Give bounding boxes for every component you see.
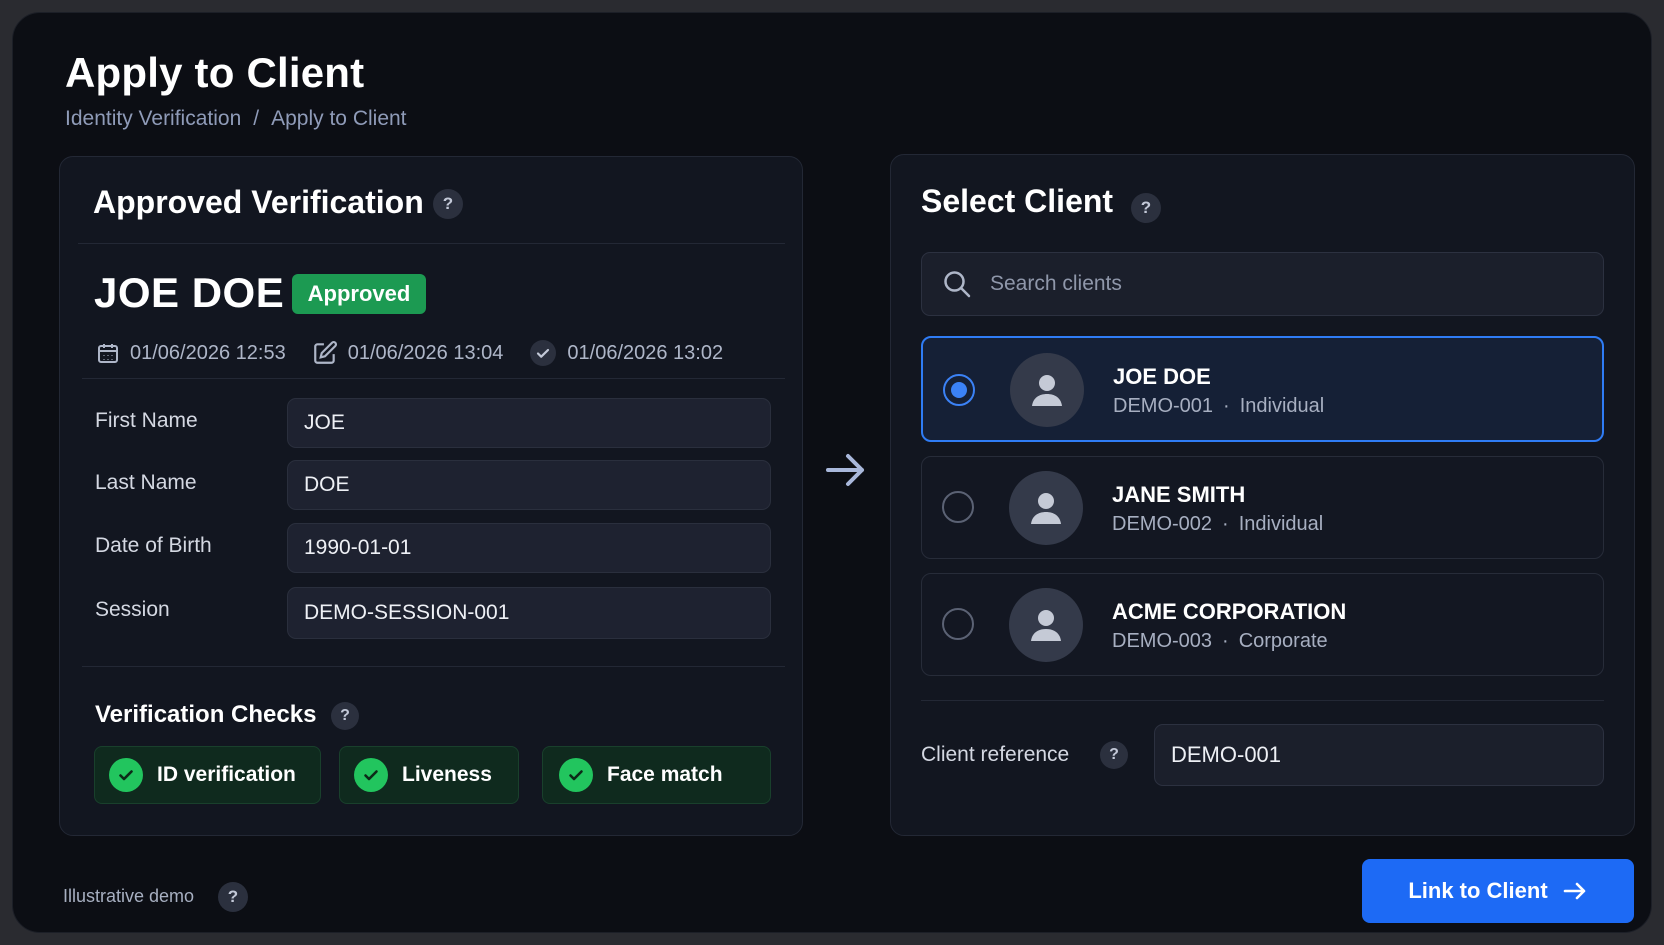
help-icon[interactable]: ? [331, 702, 359, 730]
check-face-match: Face match [542, 746, 771, 804]
client-name: JOE DOE [1113, 364, 1211, 389]
session-field: DEMO-SESSION-001 [287, 587, 771, 639]
app-window: Apply to Client Identity Verification / Ap… [12, 12, 1652, 933]
select-client-panel: Select Client ? Search clients JOE DOE D… [890, 154, 1635, 836]
check-liveness: Liveness [339, 746, 519, 804]
verification-checks-heading: Verification Checks [95, 701, 317, 728]
user-icon [1032, 375, 1062, 406]
last-name-label: Last Name [95, 471, 197, 494]
avatar [1009, 588, 1083, 662]
approved-timestamp: 01/06/2026 13:02 [529, 339, 723, 367]
client-option-acme-corporation[interactable]: ACME CORPORATION DEMO-003 · Corporate [921, 573, 1604, 676]
divider [82, 378, 785, 379]
created-timestamp: 01/06/2026 12:53 [96, 341, 286, 365]
breadcrumb-separator: / [253, 107, 260, 130]
edited-timestamp: 01/06/2026 13:04 [312, 340, 503, 366]
search-input[interactable]: Search clients [921, 252, 1604, 316]
first-name-field: JOE [287, 398, 771, 448]
verified-person-name: JOE DOE [94, 269, 285, 316]
client-option-jane-smith[interactable]: JANE SMITH DEMO-002 · Individual [921, 456, 1604, 559]
breadcrumb: Identity Verification / Apply to Client [65, 107, 407, 131]
session-label: Session [95, 598, 170, 621]
edit-icon [313, 341, 337, 364]
divider [921, 700, 1604, 701]
footer-note: Illustrative demo [63, 886, 195, 906]
divider [82, 666, 785, 667]
client-name: JANE SMITH [1112, 482, 1246, 507]
arrow-right-icon [826, 454, 864, 486]
link-to-client-button[interactable]: Link to Client [1362, 859, 1634, 923]
client-details: DEMO-002 · Individual [1112, 513, 1324, 535]
user-icon [1031, 610, 1061, 641]
check-icon [109, 758, 143, 792]
user-icon [1031, 493, 1061, 524]
help-icon[interactable]: ? [218, 882, 248, 912]
breadcrumb-item-identity-verification[interactable]: Identity Verification [65, 107, 241, 130]
breadcrumb-item-apply-to-client: Apply to Client [271, 107, 407, 130]
check-circle-icon [530, 340, 557, 366]
help-icon[interactable]: ? [1131, 193, 1161, 223]
approved-verification-panel: Approved Verification ? JOE DOE Approved… [59, 156, 803, 836]
search-placeholder: Search clients [990, 272, 1122, 295]
date-of-birth-label: Date of Birth [95, 534, 212, 557]
date-of-birth-field: 1990-01-01 [287, 523, 771, 573]
link-to-client-label: Link to Client [1408, 878, 1548, 903]
select-client-heading: Select Client [921, 183, 1114, 219]
check-icon [354, 758, 388, 792]
check-icon [559, 758, 593, 792]
check-id-verification: ID verification [94, 746, 321, 804]
help-icon[interactable]: ? [433, 189, 463, 219]
radio-selected[interactable] [943, 374, 975, 406]
client-reference-input[interactable]: DEMO-001 [1154, 724, 1604, 786]
approved-verification-heading: Approved Verification [93, 184, 424, 220]
radio-unselected[interactable] [942, 491, 974, 523]
client-name: ACME CORPORATION [1112, 599, 1347, 624]
arrow-right-icon [1563, 882, 1585, 900]
search-icon [944, 271, 971, 298]
calendar-icon [98, 344, 118, 363]
page-title: Apply to Client [65, 49, 365, 96]
help-icon[interactable]: ? [1100, 741, 1128, 769]
client-details: DEMO-003 · Corporate [1112, 630, 1328, 652]
last-name-field: DOE [287, 460, 771, 510]
status-badge: Approved [292, 274, 426, 314]
client-option-joe-doe[interactable]: JOE DOE DEMO-001 · Individual [921, 336, 1604, 442]
client-reference-label: Client reference [921, 743, 1070, 766]
radio-unselected[interactable] [942, 608, 974, 640]
avatar [1010, 353, 1084, 427]
divider [78, 243, 785, 244]
client-details: DEMO-001 · Individual [1113, 395, 1325, 417]
avatar [1009, 471, 1083, 545]
first-name-label: First Name [95, 409, 198, 432]
verification-timestamps: 01/06/2026 12:53 01/06/2026 13:04 01/06/… [96, 339, 749, 367]
